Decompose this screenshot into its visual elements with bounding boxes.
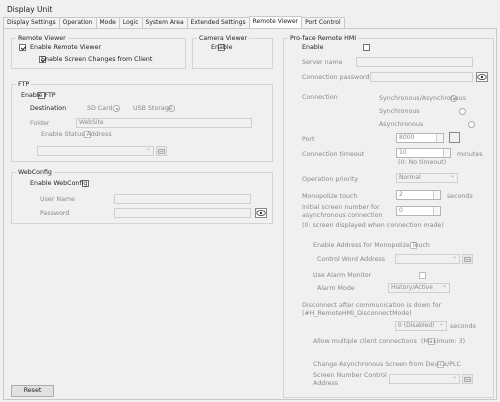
connection-password-label: Connection password xyxy=(302,74,370,81)
timeout-unit-label: minutes xyxy=(457,151,483,158)
enable-remote-viewer-label: Enable Remote Viewer xyxy=(30,44,102,51)
initial-screen-label-2: asynchronous connection xyxy=(302,212,383,219)
enable-remote-viewer-checkbox[interactable] xyxy=(19,44,26,51)
tab-extended-settings[interactable]: Extended Settings xyxy=(186,17,250,28)
alarm-monitor-label: Use Alarm Monitor xyxy=(313,272,372,279)
remote-viewer-group-title: Remote Viewer xyxy=(16,35,68,42)
camera-viewer-group: Camera Viewer xyxy=(192,35,273,69)
eye-icon xyxy=(256,210,266,216)
alarm-mode-label: Alarm Mode xyxy=(317,285,355,292)
camera-enable-label: Enable xyxy=(211,44,233,51)
server-name-input[interactable] xyxy=(356,57,473,67)
tab-port-control[interactable]: Port Control xyxy=(301,17,345,28)
sync-async-label: Synchronous/Asynchronous xyxy=(379,95,466,102)
screen-number-control-label-1: Screen Number Control xyxy=(313,372,387,379)
status-address-picker-button[interactable] xyxy=(156,146,167,156)
enable-address-label: Enable Address for Monopolize Touch xyxy=(313,242,430,249)
username-input[interactable] xyxy=(114,194,251,204)
synchronous-label: Synchronous xyxy=(379,108,420,115)
operation-priority-dropdown[interactable]: Normal xyxy=(396,173,458,183)
alarm-monitor-checkbox[interactable] xyxy=(419,272,427,279)
timeout-note: (0: No timeout) xyxy=(398,159,447,166)
monopolize-unit-label: seconds xyxy=(447,193,473,200)
asynchronous-label: Asynchronous xyxy=(379,121,424,128)
usb-storage-label: USB Storage xyxy=(133,105,173,112)
tab-logic[interactable]: Logic xyxy=(118,17,143,28)
reset-button[interactable]: Reset xyxy=(11,385,54,397)
eye-icon xyxy=(477,74,487,80)
disconnect-label-1: Disconnect after communication is down f… xyxy=(302,302,442,309)
camera-viewer-group-title: Camera Viewer xyxy=(197,35,250,42)
control-word-address-dropdown[interactable] xyxy=(395,254,460,264)
control-word-address-label: Control Word Address xyxy=(317,256,386,263)
show-password-button[interactable] xyxy=(255,208,267,218)
remote-hmi-group-title: Pro-face Remote HMI xyxy=(288,35,359,42)
hmi-enable-label: Enable xyxy=(302,44,324,51)
enable-webconfig-label: Enable WebConfig xyxy=(30,180,88,187)
screen-number-control-dropdown[interactable] xyxy=(389,374,460,384)
tab-strip: Display Settings Operation Mode Logic Sy… xyxy=(3,16,345,28)
tab-remote-viewer[interactable]: Remote Viewer xyxy=(248,16,303,28)
disconnect-dropdown[interactable]: 0 (Disabled) xyxy=(395,321,447,331)
tab-display-settings[interactable]: Display Settings xyxy=(3,17,60,28)
control-word-picker-button[interactable] xyxy=(462,254,473,264)
multiple-clients-max: (Maximum: 3) xyxy=(421,338,466,345)
connection-label: Connection xyxy=(302,94,338,101)
tab-mode[interactable]: Mode xyxy=(95,17,120,28)
initial-screen-spinbox[interactable]: 0 xyxy=(396,206,441,216)
remote-viewer-group: Remote Viewer xyxy=(11,35,186,69)
connection-timeout-label: Connection timeout xyxy=(302,151,365,158)
hmi-enable-checkbox[interactable] xyxy=(363,44,371,51)
show-connection-password-button[interactable] xyxy=(476,72,488,82)
operation-priority-label: Operation priority xyxy=(302,176,359,183)
address-picker-icon xyxy=(464,376,471,382)
connection-timeout-spinbox[interactable]: 10 xyxy=(396,148,451,158)
disconnect-label-2: (#H_RemoteHMI_DisconnectMode) xyxy=(302,310,412,317)
status-address-label: Enable Status Address xyxy=(41,131,112,138)
tab-operation[interactable]: Operation xyxy=(58,17,97,28)
enable-ftp-label: Enable FTP xyxy=(21,92,56,99)
username-label: User Name xyxy=(40,196,75,203)
port-label: Port xyxy=(302,136,315,143)
webconfig-group-title: WebConfig xyxy=(16,169,54,176)
alarm-mode-dropdown[interactable]: History/Active xyxy=(388,283,450,293)
port-spinbox[interactable]: 8000 xyxy=(396,133,444,143)
change-async-screen-label: Change Asynchronous Screen from Device/P… xyxy=(313,361,461,368)
disconnect-unit-label: seconds xyxy=(450,323,476,330)
monopolize-touch-label: Monopolize touch xyxy=(302,193,358,200)
screen-number-picker-button[interactable] xyxy=(462,374,473,384)
enable-screen-changes-label: Enable Screen Changes from Client xyxy=(41,56,153,63)
initial-screen-label-1: Initial screen number for xyxy=(302,204,380,211)
port-color-swatch[interactable] xyxy=(449,132,460,143)
folder-input[interactable]: WebSite xyxy=(76,118,252,128)
window-title: Display Unit xyxy=(7,5,53,14)
monopolize-touch-spinbox[interactable]: 2 xyxy=(396,190,441,200)
sd-card-label: SD Card xyxy=(87,105,113,112)
tab-system-area[interactable]: System Area xyxy=(141,17,188,28)
multiple-clients-label: Allow multiple client connections xyxy=(313,338,417,345)
server-name-label: Server name xyxy=(302,59,343,66)
sd-card-radio[interactable] xyxy=(113,105,121,112)
address-picker-icon xyxy=(464,256,471,262)
initial-screen-note: (0: screen displayed when connection mad… xyxy=(302,222,444,229)
destination-label: Destination xyxy=(30,105,67,112)
password-input[interactable] xyxy=(114,208,251,218)
screen-number-control-label-2: Address xyxy=(313,380,339,387)
status-address-dropdown[interactable] xyxy=(37,146,154,156)
address-picker-icon xyxy=(158,148,165,154)
ftp-group-title: FTP xyxy=(16,81,32,88)
connection-password-input[interactable] xyxy=(370,72,473,82)
folder-label: Folder xyxy=(30,120,50,127)
password-label: Password xyxy=(40,210,70,217)
